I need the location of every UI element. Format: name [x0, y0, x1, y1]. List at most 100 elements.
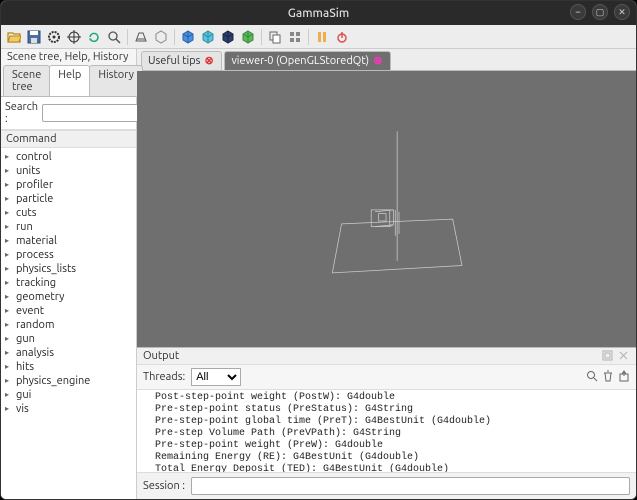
tree-item-particle[interactable]: ▸particle [1, 192, 136, 206]
cube-cyan-icon[interactable] [199, 28, 217, 46]
left-panel: Scene tree, Help, History Scene tree Hel… [1, 49, 137, 499]
viewer-tabs: Useful tips ⊗ viewer-0 (OpenGLStoredQt) … [137, 49, 636, 71]
left-tabs: Scene tree Help History [1, 65, 136, 97]
viewer-canvas[interactable] [137, 71, 636, 347]
chevron-right-icon: ▸ [5, 192, 14, 206]
minimize-button[interactable]: – [570, 4, 586, 20]
chevron-right-icon: ▸ [5, 304, 14, 318]
tab-useful-tips[interactable]: Useful tips ⊗ [141, 51, 222, 70]
tab-label: Useful tips [148, 55, 200, 67]
toolbar [1, 25, 636, 49]
toolbar-separator [308, 29, 309, 45]
search-icon[interactable] [105, 28, 123, 46]
trash-icon[interactable] [602, 370, 614, 385]
tree-item-geometry[interactable]: ▸geometry [1, 290, 136, 304]
session-label: Session : [143, 480, 185, 492]
toolbar-separator [127, 29, 128, 45]
pause-icon[interactable] [313, 28, 331, 46]
session-input[interactable] [191, 477, 630, 495]
tree-item-physics_lists[interactable]: ▸physics_lists [1, 262, 136, 276]
tree-item-vis[interactable]: ▸vis [1, 402, 136, 416]
chevron-right-icon: ▸ [5, 248, 14, 262]
chevron-right-icon: ▸ [5, 388, 14, 402]
tree-item-analysis[interactable]: ▸analysis [1, 346, 136, 360]
tab-label: viewer-0 (OpenGLStoredQt) [231, 55, 369, 67]
session-row: Session : [137, 472, 636, 499]
chevron-right-icon: ▸ [5, 220, 14, 234]
tree-item-gun[interactable]: ▸gun [1, 332, 136, 346]
tab-history[interactable]: History [89, 65, 143, 96]
tab-scene-tree[interactable]: Scene tree [3, 65, 50, 96]
cube-blue-icon[interactable] [179, 28, 197, 46]
threads-select[interactable]: All [191, 368, 241, 386]
grid-icon[interactable] [286, 28, 304, 46]
tree-item-hits[interactable]: ▸hits [1, 360, 136, 374]
toolbar-separator [261, 29, 262, 45]
right-area: Useful tips ⊗ viewer-0 (OpenGLStoredQt) … [137, 49, 636, 499]
chevron-right-icon: ▸ [5, 402, 14, 416]
target-icon[interactable] [65, 28, 83, 46]
chevron-right-icon: ▸ [5, 206, 14, 220]
tree-item-event[interactable]: ▸event [1, 304, 136, 318]
chevron-right-icon: ▸ [5, 150, 14, 164]
chevron-right-icon: ▸ [5, 346, 14, 360]
window-controls: – ▢ ✕ [570, 4, 630, 20]
app-window: GammaSim – ▢ ✕ Scene tree, Help, History [0, 0, 637, 500]
tree-item-process[interactable]: ▸process [1, 248, 136, 262]
tree-item-cuts[interactable]: ▸cuts [1, 206, 136, 220]
chevron-right-icon: ▸ [5, 262, 14, 276]
power-icon[interactable] [333, 28, 351, 46]
copy-icon[interactable] [266, 28, 284, 46]
output-header: Output [137, 348, 636, 365]
threads-row: Threads: All [137, 365, 636, 390]
refresh-icon[interactable] [85, 28, 103, 46]
chevron-right-icon: ▸ [5, 374, 14, 388]
search-row: Search : [1, 97, 136, 130]
tree-item-run[interactable]: ▸run [1, 220, 136, 234]
main-area: Scene tree, Help, History Scene tree Hel… [1, 49, 636, 499]
scene-icon[interactable] [152, 28, 170, 46]
search-label: Search : [5, 101, 38, 125]
tree-item-physics_engine[interactable]: ▸physics_engine [1, 374, 136, 388]
window-title: GammaSim [288, 7, 349, 20]
chevron-right-icon: ▸ [5, 360, 14, 374]
tree-item-gui[interactable]: ▸gui [1, 388, 136, 402]
tree-item-units[interactable]: ▸units [1, 164, 136, 178]
command-header: Command [1, 130, 136, 148]
export-icon[interactable] [618, 370, 630, 385]
tree-item-profiler[interactable]: ▸profiler [1, 178, 136, 192]
toolbar-separator [174, 29, 175, 45]
threads-label: Threads: [143, 371, 185, 383]
output-text[interactable]: Post-step-point weight (PostW): G4double… [137, 390, 636, 472]
tree-item-tracking[interactable]: ▸tracking [1, 276, 136, 290]
chevron-right-icon: ▸ [5, 178, 14, 192]
detach-icon[interactable] [602, 350, 614, 362]
tab-help[interactable]: Help [49, 65, 90, 96]
output-section: Output Threads: All [137, 347, 636, 499]
command-tree[interactable]: ▸control▸units▸profiler▸particle▸cuts▸ru… [1, 148, 136, 499]
gear-icon[interactable] [45, 28, 63, 46]
close-button[interactable]: ✕ [614, 4, 630, 20]
chevron-right-icon: ▸ [5, 164, 14, 178]
close-panel-icon[interactable] [618, 350, 630, 362]
cube-green-icon[interactable] [239, 28, 257, 46]
close-icon[interactable]: ⊗ [373, 56, 384, 67]
tree-item-control[interactable]: ▸control [1, 150, 136, 164]
chevron-right-icon: ▸ [5, 318, 14, 332]
tree-item-random[interactable]: ▸random [1, 318, 136, 332]
chevron-right-icon: ▸ [5, 290, 14, 304]
save-icon[interactable] [25, 28, 43, 46]
close-icon[interactable]: ⊗ [204, 56, 215, 67]
filter-icon[interactable] [586, 370, 598, 385]
cube-navy-icon[interactable] [219, 28, 237, 46]
output-title: Output [143, 350, 179, 362]
chevron-right-icon: ▸ [5, 332, 14, 346]
chevron-right-icon: ▸ [5, 234, 14, 248]
maximize-button[interactable]: ▢ [592, 4, 608, 20]
tree-item-material[interactable]: ▸material [1, 234, 136, 248]
perspective-icon[interactable] [132, 28, 150, 46]
chevron-right-icon: ▸ [5, 276, 14, 290]
open-icon[interactable] [5, 28, 23, 46]
tab-viewer-0[interactable]: viewer-0 (OpenGLStoredQt) ⊗ [224, 51, 391, 70]
titlebar: GammaSim – ▢ ✕ [1, 1, 636, 25]
